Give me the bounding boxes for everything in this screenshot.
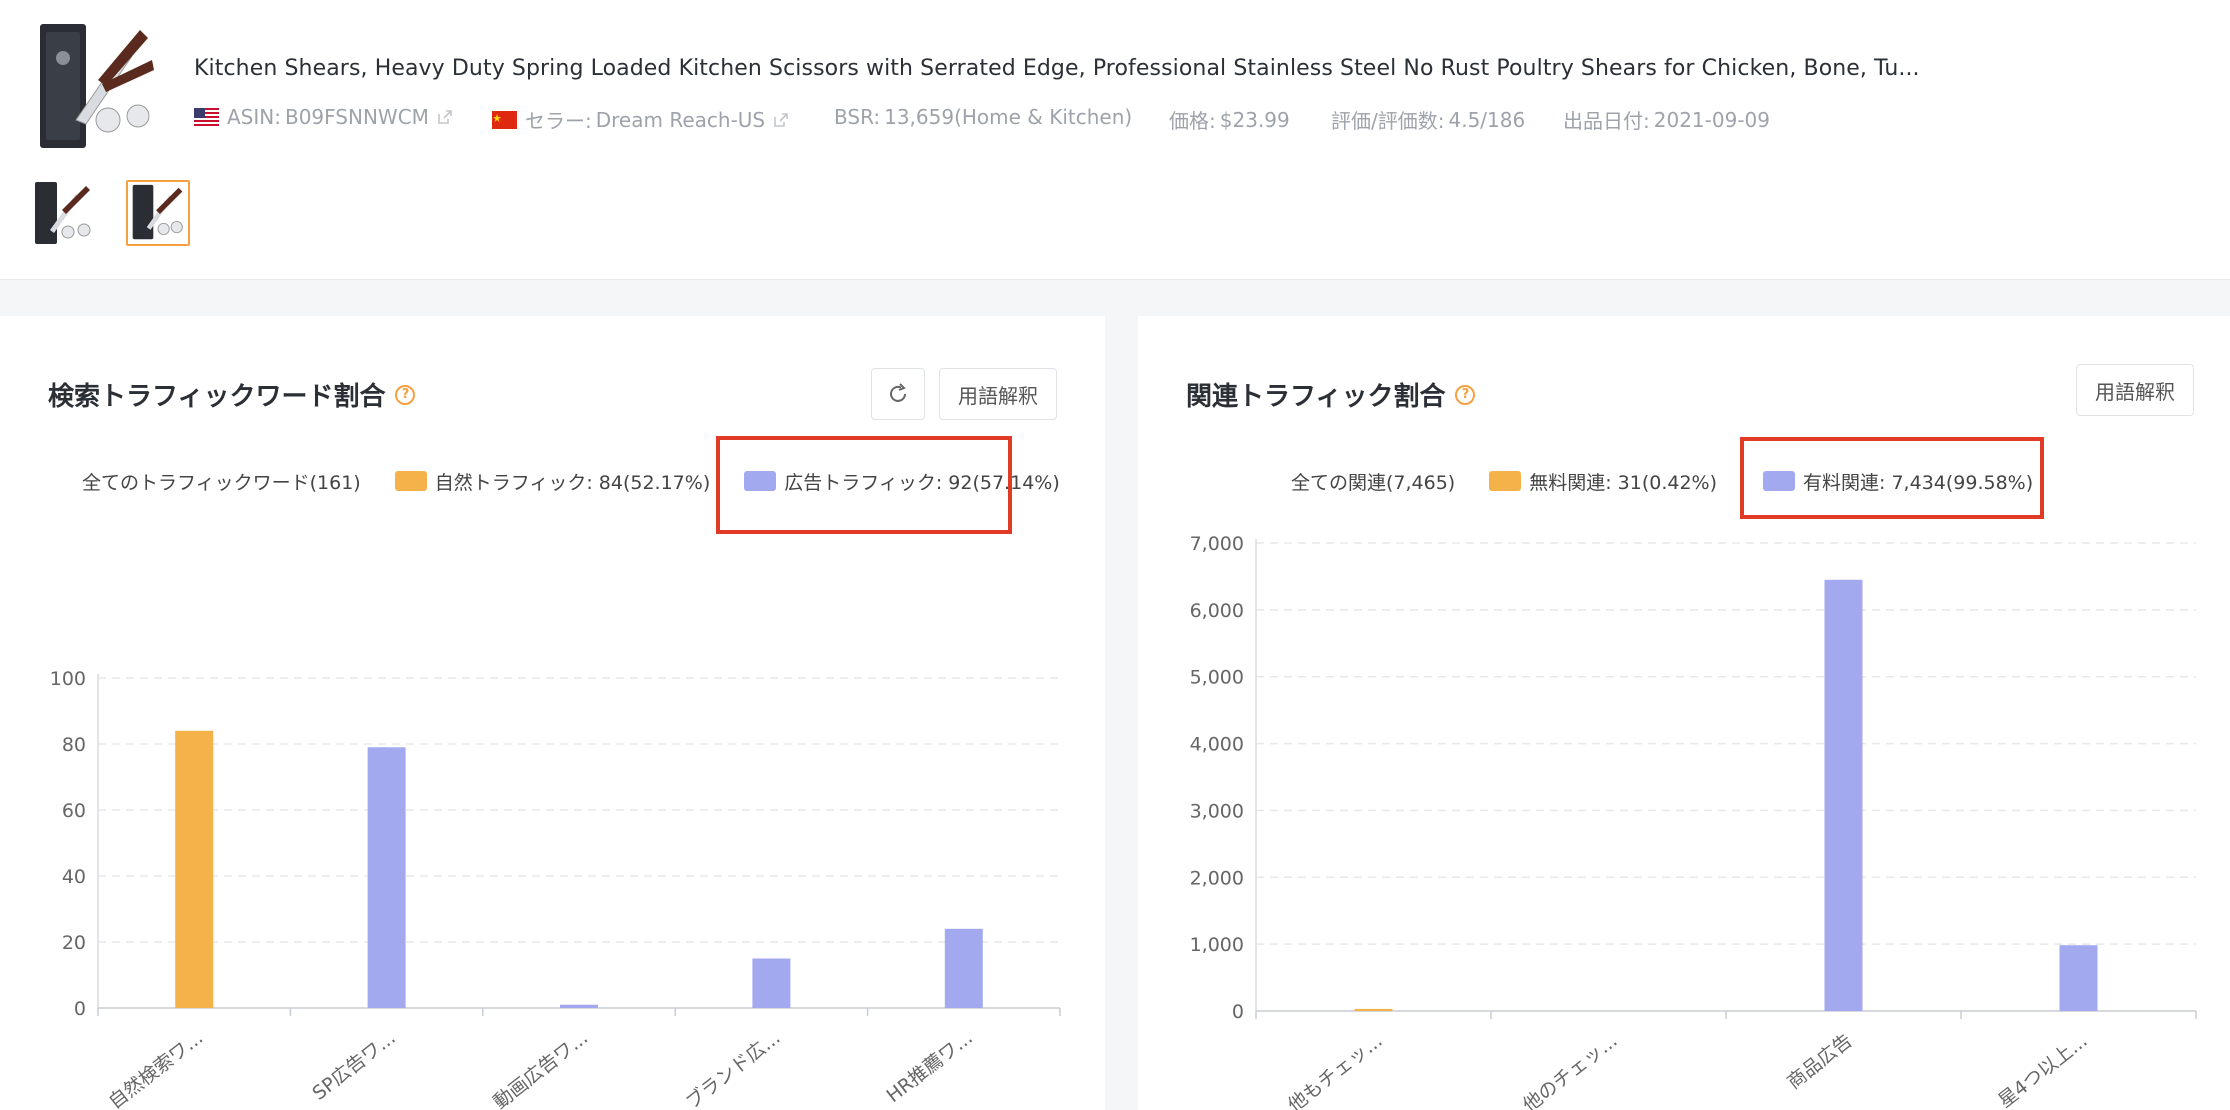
y-tick-label: 40 xyxy=(62,866,86,888)
y-tick-label: 0 xyxy=(74,998,86,1020)
y-tick-label: 7,000 xyxy=(1190,533,1244,555)
product-main-image xyxy=(40,24,154,148)
x-tick-label: 他もチェッ... xyxy=(1284,1030,1387,1110)
y-tick-label: 2,000 xyxy=(1190,867,1244,889)
legend-free-label: 無料関連: 31(0.42%) xyxy=(1529,471,1718,494)
y-tick-label: 6,000 xyxy=(1190,600,1244,622)
legend-all-label: 全てのトラフィックワード(161) xyxy=(82,471,361,494)
legend-swatch xyxy=(1489,471,1522,491)
rating-info: 評価/評価数: 4.5/186 xyxy=(1331,105,1525,134)
help-icon[interactable]: ? xyxy=(395,384,416,405)
date-info: 出品日付: 2021-09-09 xyxy=(1563,105,1770,134)
x-tick-label: 他のチェッ... xyxy=(1519,1030,1622,1110)
price-label: 価格: xyxy=(1169,109,1216,133)
y-tick-label: 5,000 xyxy=(1190,667,1244,689)
y-tick-label: 100 xyxy=(50,668,86,690)
refresh-icon xyxy=(890,383,906,402)
price-value: $23.99 xyxy=(1219,107,1290,132)
bar xyxy=(560,1004,598,1008)
refresh-button[interactable] xyxy=(871,368,925,420)
asin-value[interactable]: B09FSNNWCM xyxy=(285,105,429,129)
legend-organic[interactable]: 自然トラフィック: 84(52.17%) xyxy=(394,468,711,495)
search-traffic-panel: 検索トラフィックワード割合 ? 用語解釈 全てのトラフィックワード(161) 自… xyxy=(0,316,1105,1110)
bar xyxy=(367,747,406,1008)
us-flag-icon xyxy=(194,108,219,126)
panel-title: 関連トラフィック割合 ? xyxy=(1186,376,1476,413)
bar xyxy=(1354,1008,1393,1011)
x-tick-label: HR推薦ワ... xyxy=(882,1027,976,1108)
bsr-info: BSR: 13,659(Home & Kitchen) xyxy=(834,105,1132,129)
seller-value[interactable]: Dream Reach-US xyxy=(596,108,765,132)
bsr-label: BSR: xyxy=(834,105,881,129)
bsr-value: 13,659(Home & Kitchen) xyxy=(884,105,1133,129)
product-thumbnail-2[interactable] xyxy=(126,180,190,246)
external-link-icon[interactable] xyxy=(437,109,453,125)
x-tick-label: ブランド広... xyxy=(681,1026,784,1110)
external-link-icon[interactable] xyxy=(773,112,789,128)
glossary-button[interactable]: 用語解釈 xyxy=(2076,364,2194,416)
y-tick-label: 3,000 xyxy=(1190,800,1244,822)
asin-info: ASIN: B09FSNNWCM xyxy=(194,105,453,129)
panel-title-text: 検索トラフィックワード割合 xyxy=(48,382,386,412)
rating-label: 評価/評価数: xyxy=(1331,109,1445,133)
related-traffic-panel: 関連トラフィック割合 ? 用語解釈 全ての関連(7,465) 無料関連: 31(… xyxy=(1138,316,2230,1110)
legend-free[interactable]: 無料関連: 31(0.42%) xyxy=(1489,468,1717,495)
panel-title-text: 関連トラフィック割合 xyxy=(1186,382,1446,412)
asin-label: ASIN: xyxy=(227,105,281,129)
legend-all[interactable]: 全ての関連(7,465) xyxy=(1291,468,1455,495)
y-tick-label: 0 xyxy=(1232,1001,1244,1023)
rating-value: 4.5/186 xyxy=(1448,107,1526,132)
y-tick-label: 20 xyxy=(62,932,86,954)
bar xyxy=(2059,945,2098,1011)
bar xyxy=(944,928,983,1008)
search-traffic-chart: 0 20 40 60 80 100 自然検索ワ... SP広告ワ... 動画広告ワ... ブランド… xyxy=(50,668,1061,1110)
bar xyxy=(752,958,791,1008)
x-tick-label: 商品広告 xyxy=(1783,1030,1856,1094)
date-value: 2021-09-09 xyxy=(1653,107,1770,132)
y-tick-label: 80 xyxy=(62,734,86,756)
legend-swatch xyxy=(394,471,427,491)
product-thumbnail-1[interactable] xyxy=(32,180,96,246)
glossary-button[interactable]: 用語解釈 xyxy=(939,368,1057,420)
highlight-box xyxy=(1740,437,2044,519)
product-title[interactable]: Kitchen Shears, Heavy Duty Spring Loaded… xyxy=(194,56,1920,81)
date-label: 出品日付: xyxy=(1563,109,1650,133)
x-tick-label: 動画広告ワ... xyxy=(489,1027,592,1110)
legend-organic-label: 自然トラフィック: 84(52.17%) xyxy=(434,471,711,494)
panel-title: 検索トラフィックワード割合 ? xyxy=(48,376,416,413)
product-header: Kitchen Shears, Heavy Duty Spring Loaded… xyxy=(0,0,2230,280)
price-info: 価格: $23.99 xyxy=(1169,105,1290,134)
x-tick-label: 星4つ以上... xyxy=(1994,1030,2091,1110)
seller-info: セラー: Dream Reach-US xyxy=(492,105,789,134)
seller-label: セラー: xyxy=(525,109,592,133)
legend-all-label: 全ての関連(7,465) xyxy=(1291,471,1456,494)
bar xyxy=(175,730,214,1008)
x-tick-label: SP広告ワ... xyxy=(308,1027,399,1105)
related-traffic-chart: 0 1,000 2,000 3,000 4,000 5,000 6,000 7,000 他もチェ… xyxy=(1190,533,2197,1110)
cn-flag-icon xyxy=(492,110,517,129)
x-tick-label: 自然検索ワ... xyxy=(105,1027,208,1110)
help-icon[interactable]: ? xyxy=(1455,384,1476,405)
y-tick-label: 4,000 xyxy=(1190,734,1244,756)
bar xyxy=(1824,579,1863,1011)
y-tick-label: 1,000 xyxy=(1190,934,1244,956)
legend-all[interactable]: 全てのトラフィックワード(161) xyxy=(82,468,361,495)
y-tick-label: 60 xyxy=(62,800,86,822)
